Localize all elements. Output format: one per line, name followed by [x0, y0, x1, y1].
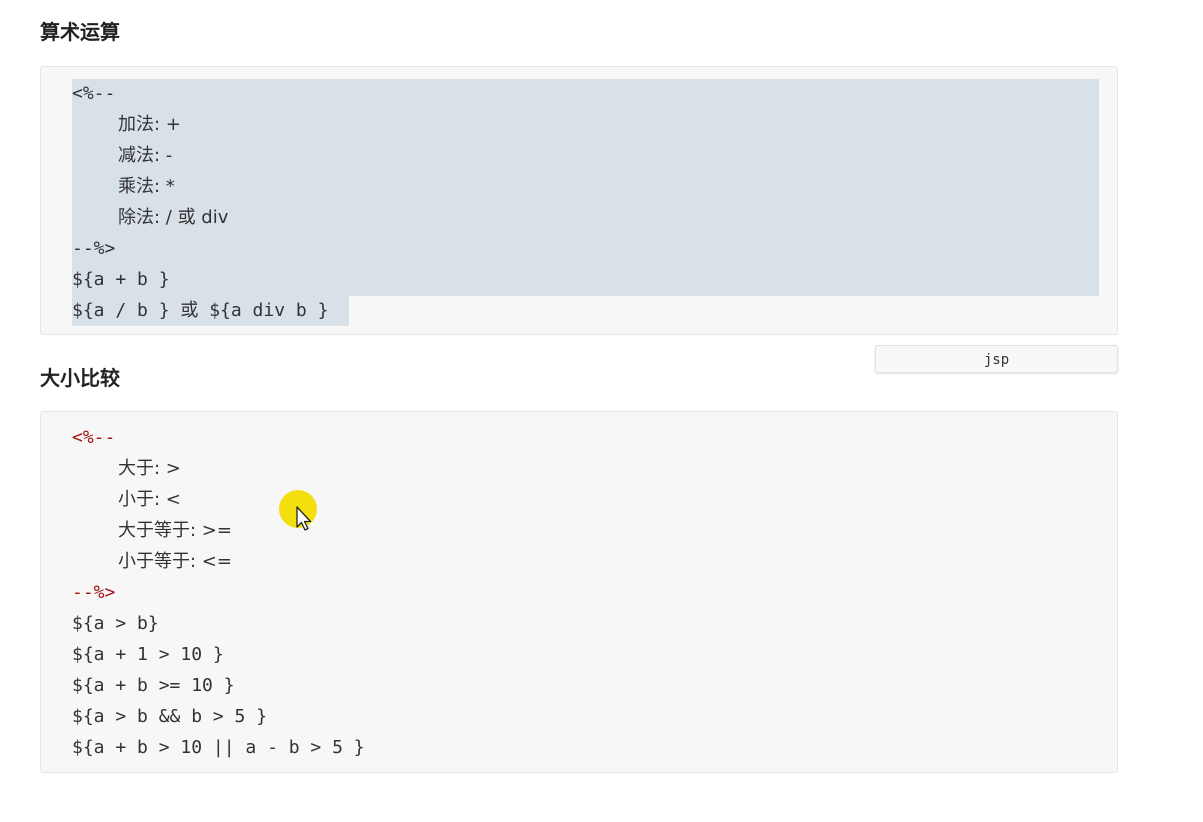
- code-line: 大于等于: >=: [72, 515, 232, 546]
- code-text: 除法: / 或 div: [118, 207, 229, 228]
- code-line: 加法: +: [72, 109, 181, 140]
- mouse-pointer-icon: [279, 490, 319, 538]
- code-text: ${a + b > 10 || a - b > 5 }: [72, 737, 365, 758]
- code-line: <%--: [72, 78, 115, 109]
- code-text: ${a + b >= 10 }: [72, 675, 235, 696]
- code-line: 小于: <: [72, 484, 181, 515]
- code-text: ${a > b && b > 5 }: [72, 706, 268, 727]
- text-selection-highlight: [72, 79, 1099, 296]
- code-text: ${a / b } 或 ${a div b }: [72, 300, 329, 321]
- code-text: 乘法: *: [118, 176, 175, 197]
- code-text: 小于: <: [118, 489, 181, 510]
- code-line: ${a + b }: [72, 264, 170, 295]
- code-text: 减法: -: [118, 145, 173, 166]
- code-line: ${a + b > 10 || a - b > 5 }: [72, 732, 365, 763]
- code-text: <%--: [72, 83, 116, 104]
- code-text: 加法: +: [118, 114, 181, 135]
- code-line: ${a > b}: [72, 608, 159, 639]
- code-block-arithmetic[interactable]: <%-- 加法: + 减法: - 乘法: * 除法: / 或 div --%> …: [40, 66, 1118, 335]
- code-text: 大于: >: [118, 458, 181, 479]
- code-line: 减法: -: [72, 140, 172, 171]
- code-line: 乘法: *: [72, 171, 175, 202]
- code-line: ${a / b } 或 ${a div b }: [72, 295, 328, 326]
- section-title-comparison: 大小比较: [40, 366, 120, 390]
- code-text: --%>: [72, 238, 116, 259]
- code-line: 除法: / 或 div: [72, 202, 228, 233]
- section-title-arithmetic: 算术运算: [40, 20, 120, 44]
- code-text: ${a + 1 > 10 }: [72, 644, 224, 665]
- code-text: ${a + b }: [72, 269, 170, 290]
- code-text: ${a > b}: [72, 613, 159, 634]
- page: 算术运算 <%-- 加法: + 减法: - 乘法: * 除法: / 或 div …: [0, 0, 1203, 822]
- code-line: --%>: [72, 577, 115, 608]
- code-line: 小于等于: <=: [72, 546, 232, 577]
- code-line: --%>: [72, 233, 115, 264]
- code-block-comparison[interactable]: <%-- 大于: > 小于: < 大于等于: >= 小于等于: <= --%> …: [40, 411, 1118, 773]
- code-language-tab[interactable]: jsp: [875, 345, 1118, 373]
- code-text: --%>: [72, 582, 116, 603]
- code-line: ${a > b && b > 5 }: [72, 701, 267, 732]
- code-line: <%--: [72, 422, 115, 453]
- code-text: <%--: [72, 427, 116, 448]
- code-text: 大于等于: >=: [118, 520, 232, 541]
- code-line: ${a + b >= 10 }: [72, 670, 235, 701]
- code-line: 大于: >: [72, 453, 181, 484]
- code-line: ${a + 1 > 10 }: [72, 639, 224, 670]
- code-text: 小于等于: <=: [118, 551, 232, 572]
